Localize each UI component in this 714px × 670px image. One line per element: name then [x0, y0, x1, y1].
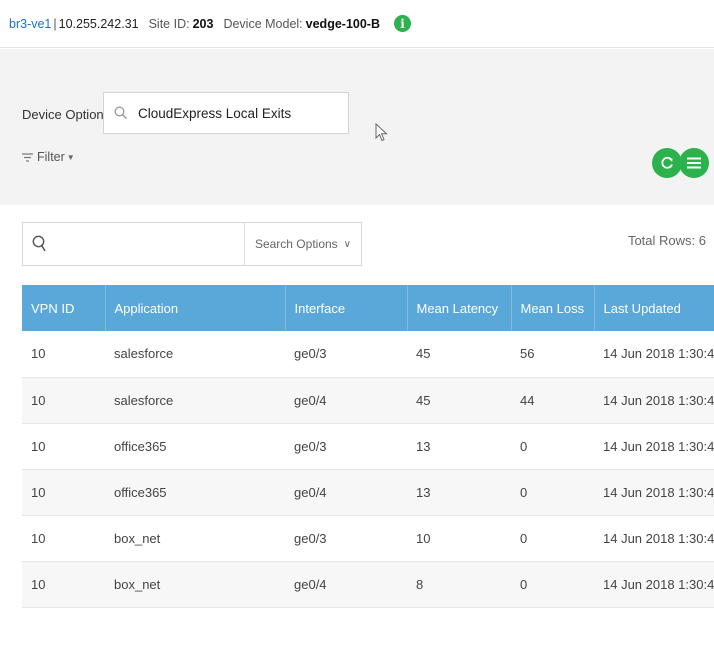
device-model-value: vedge-100-B — [305, 16, 380, 31]
cursor-icon — [375, 123, 388, 142]
cell-interface: ge0/4 — [285, 561, 407, 608]
cell-application: salesforce — [105, 331, 285, 378]
options-panel: Device Options: CloudExpress Local Exits… — [0, 49, 714, 205]
total-rows: Total Rows: 6 — [627, 233, 706, 248]
refresh-icon — [661, 156, 673, 169]
cell-vpn-id: 10 — [22, 377, 105, 424]
device-options-label: Device Options: — [22, 107, 114, 122]
cell-last-updated: 14 Jun 2018 1:30:48 F — [594, 561, 714, 608]
cell-last-updated: 14 Jun 2018 1:30:48 F — [594, 469, 714, 516]
cell-mean-loss: 0 — [511, 561, 594, 608]
device-options-value: CloudExpress Local Exits — [138, 105, 292, 121]
cell-last-updated: 14 Jun 2018 1:30:48 F — [594, 377, 714, 424]
cell-mean-loss: 0 — [511, 423, 594, 470]
search-options-label: Search Options — [254, 237, 338, 251]
cell-interface: ge0/3 — [285, 331, 407, 378]
table-menu-button[interactable] — [679, 148, 709, 178]
cell-mean-loss: 56 — [511, 331, 594, 378]
column-header-mean-loss[interactable]: Mean Loss — [511, 285, 595, 331]
cell-mean-latency: 45 — [407, 377, 511, 424]
search-options-dropdown[interactable]: Search Options ∨ — [243, 223, 361, 265]
cell-application: office365 — [105, 469, 285, 516]
table-row[interactable]: 10 box_net ge0/3 10 0 14 Jun 2018 1:30:4… — [22, 515, 714, 562]
cell-vpn-id: 10 — [22, 423, 105, 470]
cell-interface: ge0/4 — [285, 377, 407, 424]
device-options-select[interactable]: CloudExpress Local Exits — [103, 92, 349, 134]
site-id-label: Site ID: — [148, 16, 190, 31]
cell-mean-loss: 0 — [511, 515, 594, 562]
cell-application: box_net — [105, 515, 285, 562]
filter-label: Filter — [37, 150, 65, 164]
chevron-down-icon: ∨ — [343, 238, 351, 250]
search-icon — [32, 235, 46, 252]
cell-mean-latency: 13 — [407, 423, 511, 470]
cell-mean-latency: 8 — [407, 561, 511, 608]
cell-last-updated: 14 Jun 2018 1:30:48 F — [594, 331, 714, 378]
device-ip: 10.255.242.31 — [58, 16, 139, 31]
table-search: Search Options ∨ — [22, 222, 362, 266]
cell-vpn-id: 10 — [22, 515, 105, 562]
cell-mean-loss: 0 — [511, 469, 594, 516]
filter-icon — [22, 152, 33, 162]
column-header-mean-latency[interactable]: Mean Latency — [407, 285, 512, 331]
refresh-button[interactable] — [652, 148, 682, 178]
cell-application: salesforce — [105, 377, 285, 424]
cell-mean-latency: 10 — [407, 515, 511, 562]
column-header-application[interactable]: Application — [105, 285, 286, 331]
device-hostname-link[interactable]: br3-ve1 — [9, 17, 51, 31]
local-exits-table: VPN ID Application Interface Mean Latenc… — [22, 285, 714, 608]
separator: | — [53, 16, 57, 31]
site-id-value: 203 — [192, 16, 214, 31]
cell-mean-latency: 45 — [407, 331, 511, 378]
device-info-bar: br3-ve1 | 10.255.242.31 Site ID: 203 Dev… — [0, 0, 714, 48]
column-header-last-updated[interactable]: Last Updated — [594, 285, 714, 331]
device-model-label: Device Model: — [223, 16, 303, 31]
column-header-interface[interactable]: Interface — [285, 285, 408, 331]
cell-application: office365 — [105, 423, 285, 470]
table-row[interactable]: 10 box_net ge0/4 8 0 14 Jun 2018 1:30:48… — [22, 561, 714, 608]
table-header-row: VPN ID Application Interface Mean Latenc… — [22, 285, 714, 331]
column-header-vpn-id[interactable]: VPN ID — [22, 285, 106, 331]
search-icon — [114, 106, 127, 119]
cell-vpn-id: 10 — [22, 561, 105, 608]
table-row[interactable]: 10 office365 ge0/4 13 0 14 Jun 2018 1:30… — [22, 469, 714, 516]
cell-vpn-id: 10 — [22, 331, 105, 378]
cell-mean-loss: 44 — [511, 377, 594, 424]
list-menu-icon — [687, 157, 701, 169]
cell-interface: ge0/4 — [285, 469, 407, 516]
caret-down-icon: ▼ — [66, 152, 75, 162]
results-area: Search Options ∨ Total Rows: 6 VPN ID Ap… — [0, 205, 714, 670]
table-row[interactable]: 10 salesforce ge0/4 45 44 14 Jun 2018 1:… — [22, 377, 714, 424]
cell-vpn-id: 10 — [22, 469, 105, 516]
cell-mean-latency: 13 — [407, 469, 511, 516]
search-input[interactable] — [48, 223, 244, 265]
filter-dropdown[interactable]: Filter ▼ — [22, 150, 75, 164]
cell-last-updated: 14 Jun 2018 1:30:48 F — [594, 423, 714, 470]
info-icon[interactable]: i — [394, 15, 411, 32]
cell-last-updated: 14 Jun 2018 1:30:48 F — [594, 515, 714, 562]
cell-interface: ge0/3 — [285, 423, 407, 470]
cell-interface: ge0/3 — [285, 515, 407, 562]
cell-application: box_net — [105, 561, 285, 608]
table-row[interactable]: 10 salesforce ge0/3 45 56 14 Jun 2018 1:… — [22, 331, 714, 378]
table-row[interactable]: 10 office365 ge0/3 13 0 14 Jun 2018 1:30… — [22, 423, 714, 470]
